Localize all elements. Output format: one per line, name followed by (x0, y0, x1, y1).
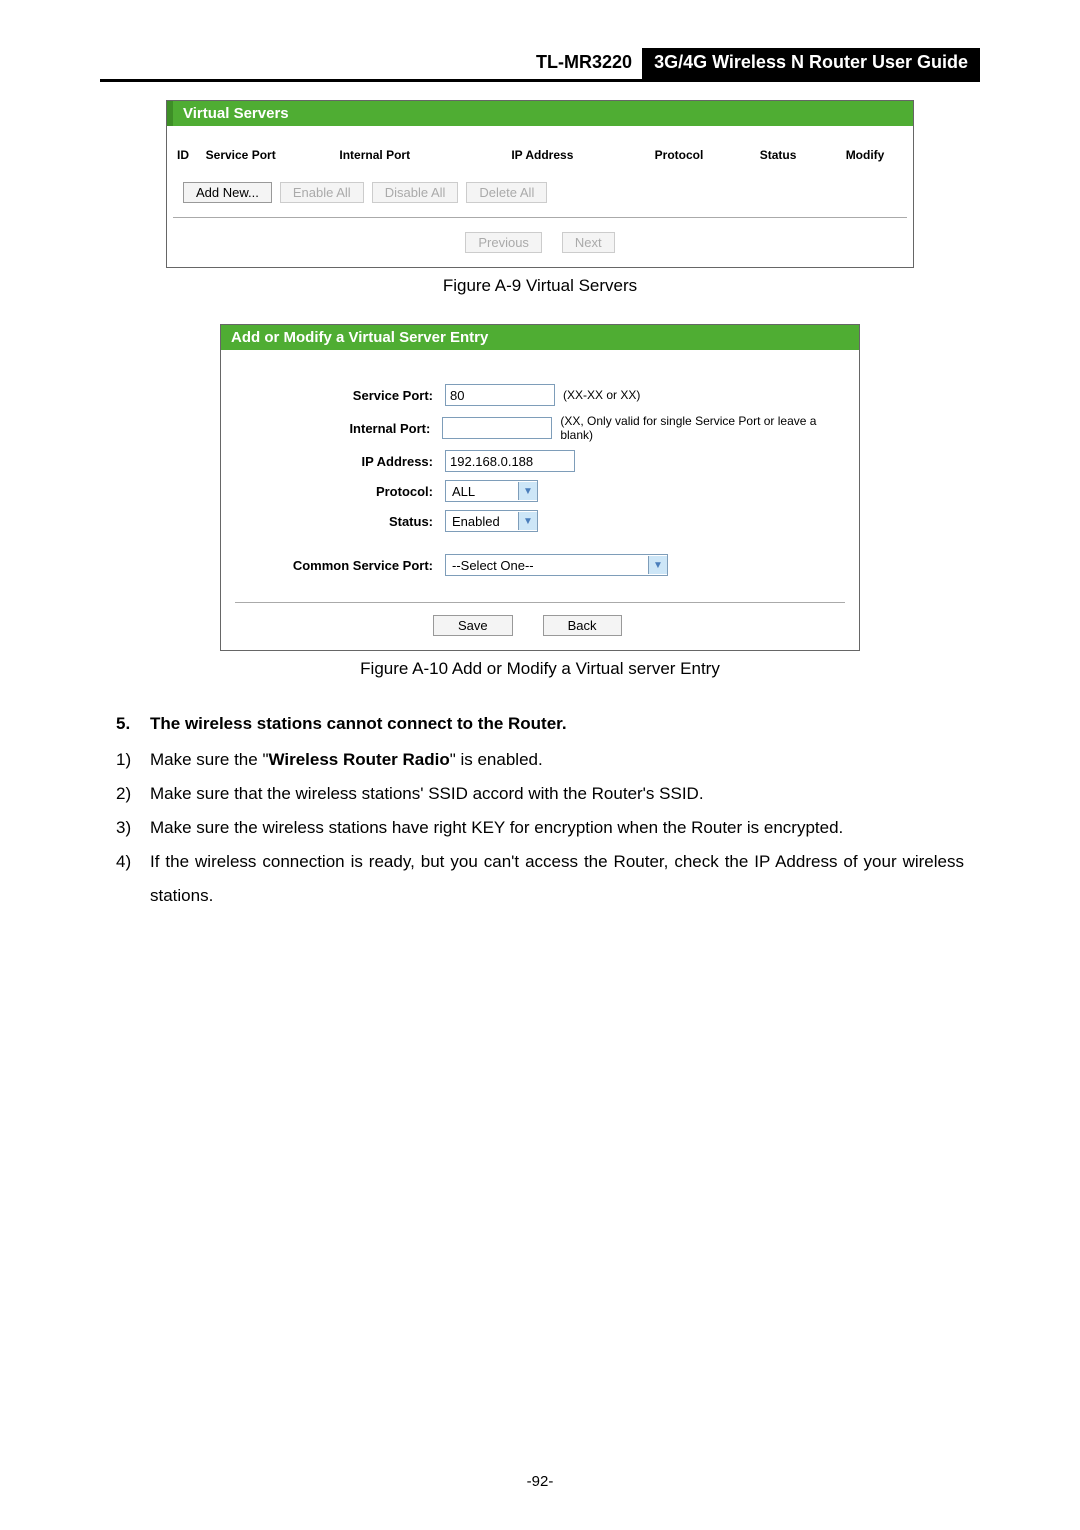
panel-title: Virtual Servers (167, 101, 913, 126)
common-service-port-value: --Select One-- (446, 558, 648, 573)
common-service-port-select[interactable]: --Select One-- ▼ (445, 554, 668, 576)
service-port-hint: (XX-XX or XX) (563, 388, 640, 402)
delete-all-button[interactable]: Delete All (466, 182, 547, 203)
model-number: TL-MR3220 (526, 48, 642, 79)
protocol-select[interactable]: ALL ▼ (445, 480, 538, 502)
add-new-button[interactable]: Add New... (183, 182, 272, 203)
status-select[interactable]: Enabled ▼ (445, 510, 538, 532)
section-number: 5. (116, 707, 150, 741)
list-item: 4) If the wireless connection is ready, … (116, 845, 964, 913)
col-service-port: Service Port (206, 148, 340, 162)
chevron-down-icon: ▼ (648, 556, 667, 574)
table-header-row: ID Service Port Internal Port IP Address… (167, 126, 913, 182)
virtual-servers-panel: Virtual Servers ID Service Port Internal… (166, 100, 914, 268)
previous-button[interactable]: Previous (465, 232, 542, 253)
list-item: 3) Make sure the wireless stations have … (116, 811, 964, 845)
chevron-down-icon: ▼ (518, 482, 537, 500)
ip-address-label: IP Address: (233, 454, 445, 469)
page-number: -92- (100, 1473, 980, 1490)
chevron-down-icon: ▼ (518, 512, 537, 530)
pager-row: Previous Next (167, 218, 913, 267)
figure-a10-caption: Figure A-10 Add or Modify a Virtual serv… (100, 659, 980, 679)
save-button[interactable]: Save (433, 615, 513, 636)
internal-port-input[interactable] (442, 417, 552, 439)
col-modify: Modify (846, 148, 903, 162)
status-value: Enabled (446, 514, 518, 529)
col-id: ID (177, 148, 206, 162)
body-text: 5. The wireless stations cannot connect … (116, 707, 964, 913)
col-ip-address: IP Address (511, 148, 654, 162)
section-title: The wireless stations cannot connect to … (150, 707, 567, 741)
col-internal-port: Internal Port (339, 148, 511, 162)
internal-port-hint: (XX, Only valid for single Service Port … (560, 414, 847, 442)
col-protocol: Protocol (655, 148, 760, 162)
disable-all-button[interactable]: Disable All (372, 182, 459, 203)
common-service-port-label: Common Service Port: (233, 558, 445, 573)
protocol-label: Protocol: (233, 484, 445, 499)
panel-title: Add or Modify a Virtual Server Entry (221, 325, 859, 350)
action-buttons-row: Add New... Enable All Disable All Delete… (173, 182, 907, 218)
col-status: Status (760, 148, 846, 162)
service-port-input[interactable] (445, 384, 555, 406)
doc-header: TL-MR3220 3G/4G Wireless N Router User G… (100, 48, 980, 82)
list-item: 2) Make sure that the wireless stations'… (116, 777, 964, 811)
add-modify-panel: Add or Modify a Virtual Server Entry Ser… (220, 324, 860, 651)
ip-address-input[interactable] (445, 450, 575, 472)
protocol-value: ALL (446, 484, 518, 499)
enable-all-button[interactable]: Enable All (280, 182, 364, 203)
doc-title: 3G/4G Wireless N Router User Guide (642, 48, 980, 79)
next-button[interactable]: Next (562, 232, 615, 253)
list-item: 1) Make sure the "Wireless Router Radio"… (116, 743, 964, 777)
instruction-list: 1) Make sure the "Wireless Router Radio"… (116, 743, 964, 913)
status-label: Status: (233, 514, 445, 529)
back-button[interactable]: Back (543, 615, 622, 636)
internal-port-label: Internal Port: (233, 421, 442, 436)
figure-a9-caption: Figure A-9 Virtual Servers (100, 276, 980, 296)
service-port-label: Service Port: (233, 388, 445, 403)
